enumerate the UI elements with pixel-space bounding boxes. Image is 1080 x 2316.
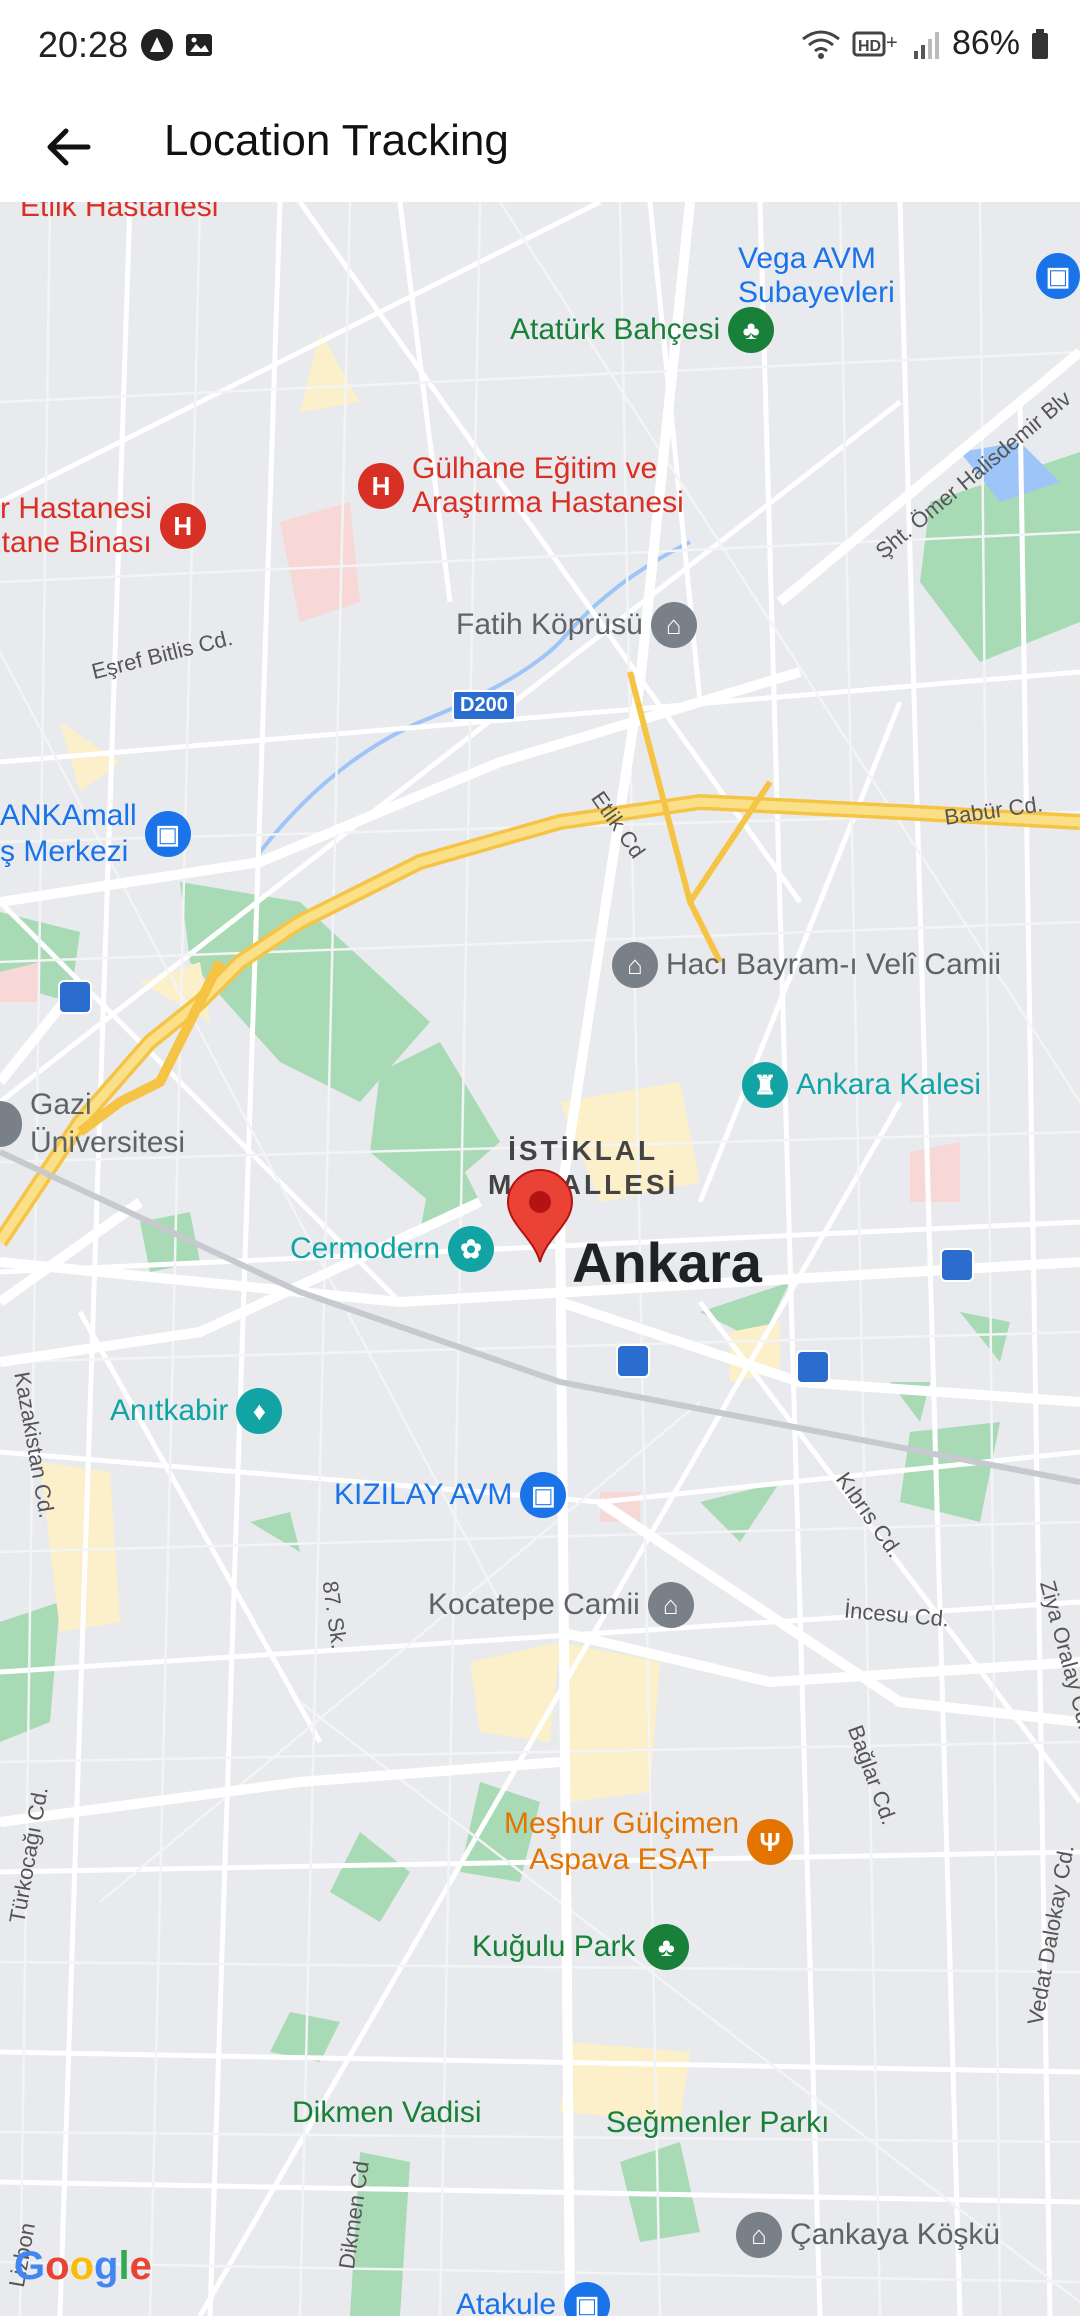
poi-segmenler-parki[interactable]: Seğmenler Parkı	[606, 2106, 829, 2140]
poi-label: Fatih Köprüsü	[456, 608, 643, 641]
poi-label: Gazi Üniversitesi	[30, 1088, 186, 1159]
poi-label: Atakule	[456, 2288, 557, 2316]
status-time: 20:28	[38, 24, 129, 65]
poi-label: Vega AVM Subayevleri	[738, 242, 895, 309]
hospital-icon: H	[159, 503, 206, 549]
wifi-icon	[802, 30, 840, 59]
mosque-icon: ⌂	[647, 1582, 694, 1628]
poi-label: Meşhur Gülçimen Aspava ESAT	[504, 1807, 740, 1876]
metro-icon	[796, 1350, 830, 1384]
poi-kocatepe-camii[interactable]: Kocatepe Camii ⌂	[428, 1582, 694, 1628]
poi-meshur-gulcimen[interactable]: Meşhur Gülçimen Aspava ESAT Ψ	[504, 1806, 794, 1878]
gallery-notification-icon	[186, 34, 212, 56]
status-right: HD + 86%	[800, 24, 1050, 63]
bridge-icon: ⌂	[650, 602, 697, 648]
poi-kizilay-avm[interactable]: KIZILAY AVM ▣	[334, 1472, 567, 1518]
arrow-left-icon[interactable]	[38, 116, 100, 178]
poi-label: Atatürk Bahçesi	[510, 313, 721, 346]
poi-dikmen-vadisi[interactable]: Dikmen Vadisi	[292, 2096, 482, 2130]
poi-atakule[interactable]: Atakule ▣	[456, 2282, 611, 2316]
shopping-bag-icon: ▣	[1035, 253, 1080, 299]
city-label: Ankara	[572, 1231, 762, 1294]
restaurant-icon: Ψ	[747, 1819, 794, 1865]
google-attribution: Google	[14, 2244, 152, 2288]
app-bar: Location Tracking	[0, 92, 1080, 202]
status-notification-icons	[140, 28, 216, 62]
poi-label: r Hastanesi tane Binası	[0, 492, 152, 559]
shopping-bag-icon: ▣	[144, 811, 191, 857]
poi-ataturk-bahcesi[interactable]: Atatürk Bahçesi ♣	[510, 307, 775, 353]
poi-ankamall[interactable]: ANKAmall ş Merkezi ▣	[0, 798, 191, 870]
poi-kugulu-park[interactable]: Kuğulu Park ♣	[472, 1924, 690, 1970]
signal-icon	[913, 31, 939, 59]
shopping-bag-icon: ▣	[520, 1472, 567, 1518]
poi-anitkabir[interactable]: Anıtkabir ♦	[110, 1388, 283, 1434]
palette-icon: ✿	[448, 1226, 495, 1272]
poi-label: ANKAmall ş Merkezi	[0, 799, 137, 868]
poi-label: Çankaya Köşkü	[790, 2218, 1001, 2251]
poi-label: Gülhane Eğitim ve Araştırma Hastanesi	[412, 452, 684, 519]
page-title: Location Tracking	[164, 116, 509, 165]
poi-hastanesi-binasi[interactable]: r Hastanesi tane Binası H	[0, 492, 206, 560]
svg-text:HD: HD	[858, 38, 881, 55]
shopping-bag-icon: ▣	[564, 2282, 611, 2316]
metro-icon	[940, 1248, 974, 1282]
poi-cankaya-koskü[interactable]: ⌂ Çankaya Köşkü	[736, 2212, 1000, 2258]
poi-cermodern[interactable]: Cermodern ✿	[290, 1226, 495, 1272]
poi-gazi-universitesi[interactable]: Gazi Üniversitesi	[0, 1086, 185, 1162]
hospital-icon: H	[358, 463, 404, 509]
castle-icon: ♜	[742, 1062, 788, 1108]
poi-label: Kocatepe Camii	[428, 1588, 640, 1621]
battery-icon	[1032, 28, 1048, 59]
mosque-icon: ⌂	[612, 942, 658, 988]
monument-icon: ♦	[236, 1388, 283, 1434]
metro-icon	[616, 1344, 650, 1378]
battery-percent: 86%	[951, 24, 1020, 62]
metro-icon	[58, 980, 92, 1014]
landmark-icon: ⌂	[736, 2212, 782, 2258]
svg-text:+: +	[886, 32, 898, 54]
poi-label: Etlik Hastanesi	[20, 202, 219, 223]
poi-label: Ankara Kalesi	[796, 1068, 982, 1101]
tree-icon: ♣	[728, 307, 775, 353]
app-notification-icon	[141, 29, 173, 61]
university-icon	[0, 1101, 22, 1147]
location-pin-icon[interactable]	[504, 1168, 576, 1264]
poi-etlik-hastanesi[interactable]: Etlik Hastanesi	[20, 202, 218, 224]
hd-plus-icon: HD +	[852, 31, 898, 56]
poi-haci-bayram-camii[interactable]: ⌂ Hacı Bayram-ı Velî Camii	[612, 942, 1001, 988]
status-bar: 20:28 HD + 86%	[0, 0, 1080, 92]
map-view[interactable]: İSTİKLAL MAHALLESİ Ankara Etlik Hastanes…	[0, 202, 1080, 2316]
poi-label: KIZILAY AVM	[334, 1478, 513, 1511]
poi-label: Anıtkabir	[110, 1394, 229, 1427]
highway-shield: D200	[452, 690, 516, 721]
poi-fatih-koprusu[interactable]: Fatih Köprüsü ⌂	[456, 602, 697, 648]
poi-vega-avm[interactable]: Vega AVM Subayevleri ▣	[738, 242, 1080, 310]
poi-label: Kuğulu Park	[472, 1930, 636, 1963]
poi-label: Hacı Bayram-ı Velî Camii	[666, 948, 1002, 981]
poi-gulhane-hastanesi[interactable]: H Gülhane Eğitim ve Araştırma Hastanesi	[358, 452, 684, 520]
tree-icon: ♣	[643, 1924, 690, 1970]
poi-ankara-kalesi[interactable]: ♜ Ankara Kalesi	[742, 1062, 981, 1108]
poi-label: Cermodern	[290, 1232, 441, 1265]
